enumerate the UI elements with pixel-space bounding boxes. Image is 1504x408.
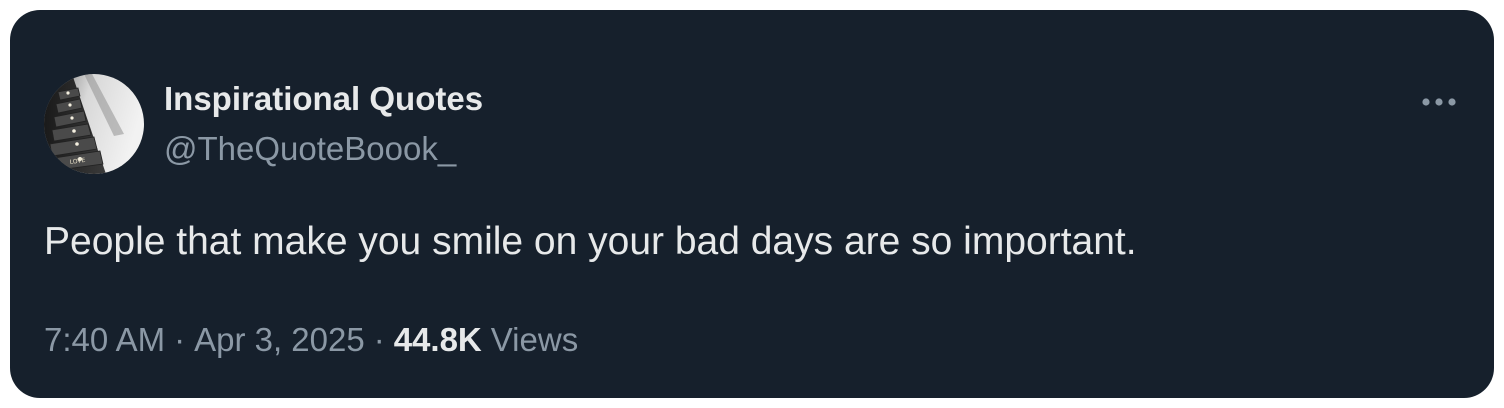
more-horizontal-icon	[1422, 98, 1456, 106]
more-options-button[interactable]	[1412, 82, 1466, 122]
views-label: Views	[490, 321, 579, 358]
views-count: 44.8K	[393, 321, 482, 358]
author-display-name[interactable]: Inspirational Quotes	[164, 80, 483, 118]
avatar[interactable]: LOVE	[44, 74, 144, 174]
meta-separator: ·	[373, 321, 385, 358]
author-handle[interactable]: @TheQuoteBoook_	[164, 130, 456, 168]
tweet-time[interactable]: 7:40 AM	[44, 321, 165, 359]
avatar-image: LOVE	[44, 74, 144, 174]
tweet-date[interactable]: Apr 3, 2025	[194, 321, 365, 359]
tweet-meta: 7:40 AM · Apr 3, 2025 · 44.8K Views	[44, 321, 578, 359]
tweet-text: People that make you smile on your bad d…	[44, 220, 1137, 263]
tweet-card: LOVE Inspirational Quotes @TheQuoteBoook…	[10, 10, 1494, 398]
meta-separator: ·	[174, 321, 186, 358]
